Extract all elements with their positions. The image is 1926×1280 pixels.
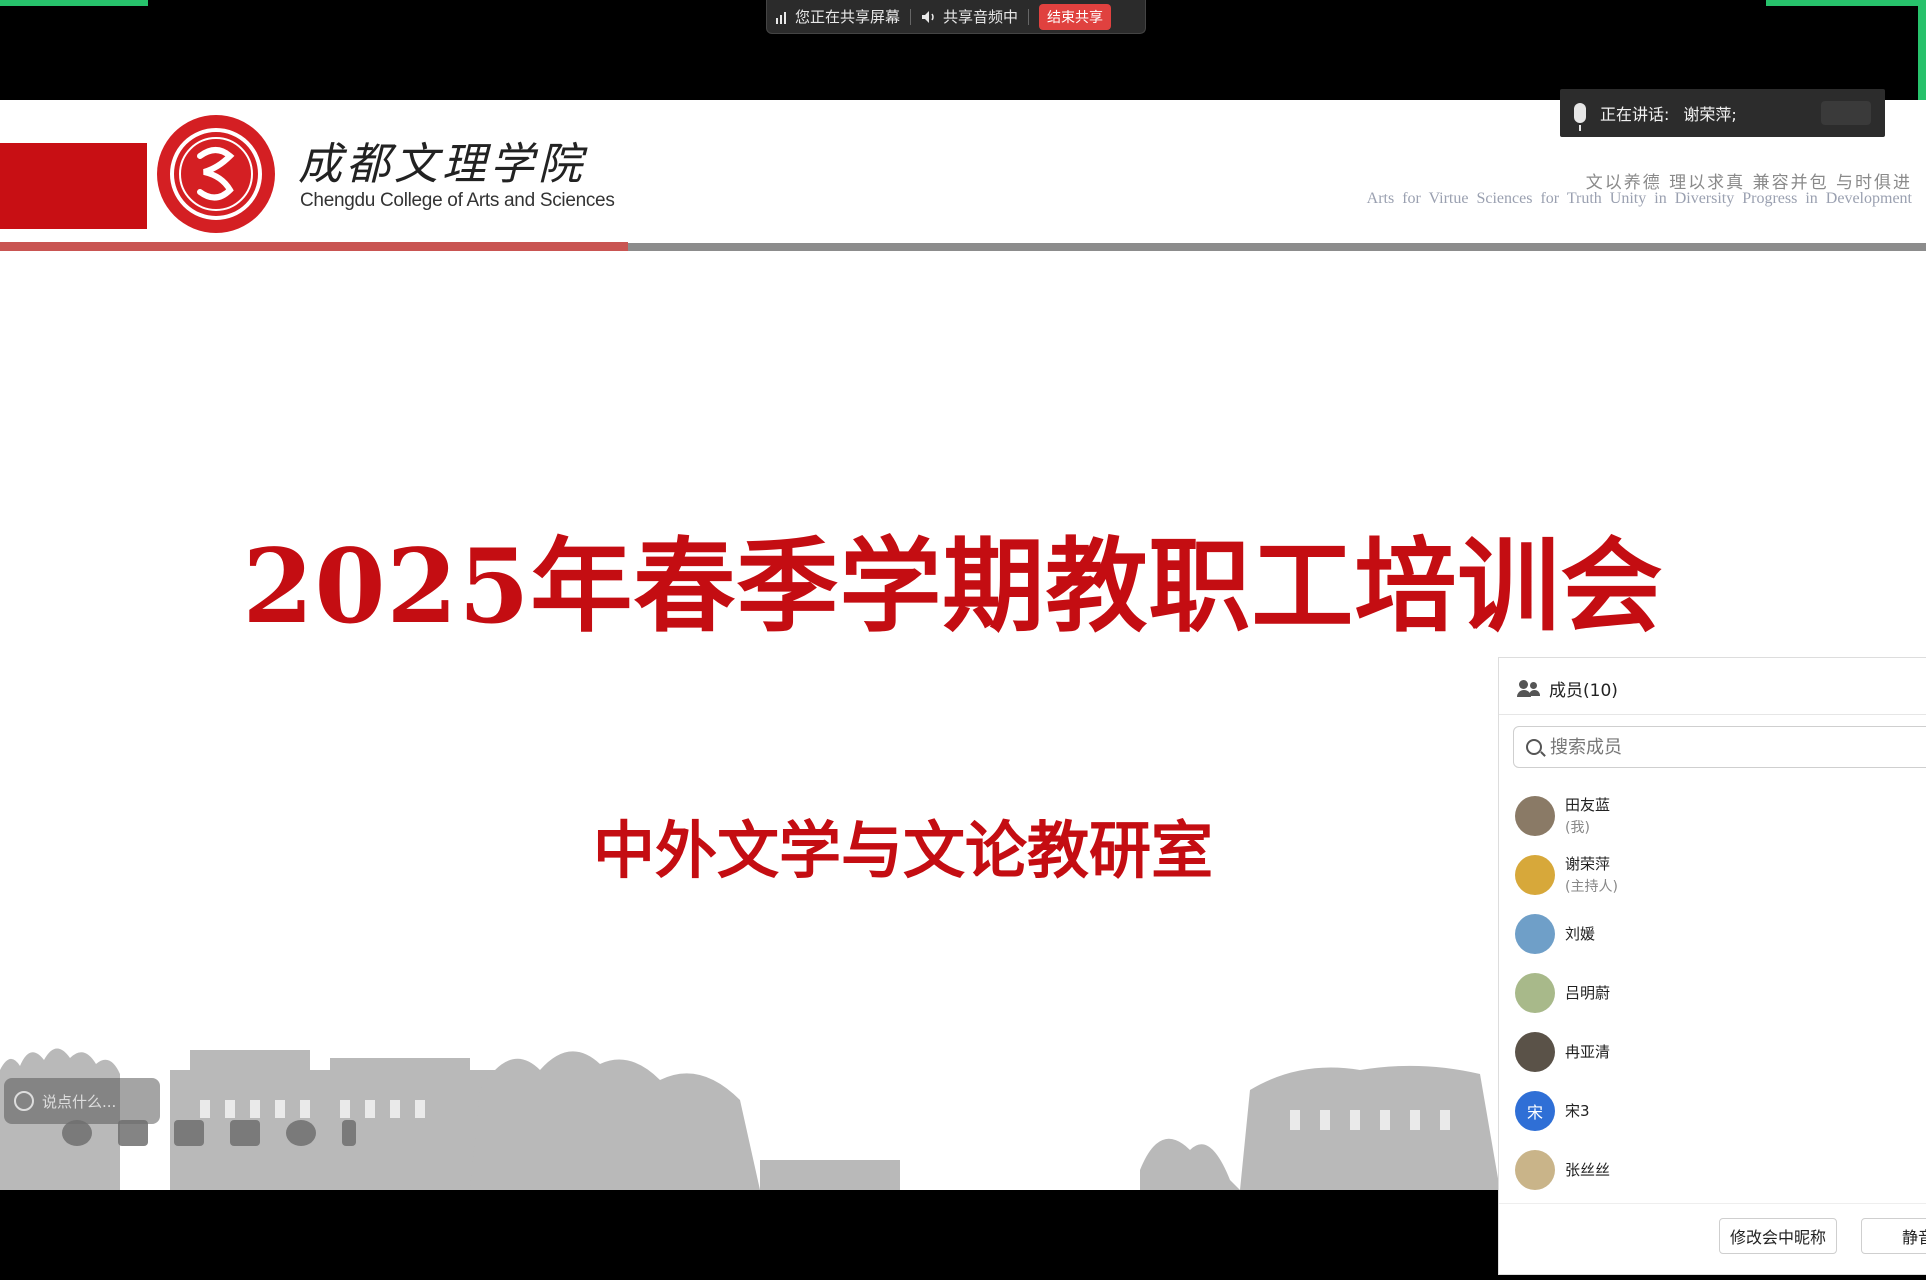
record-icon[interactable] — [62, 1120, 92, 1146]
member-name: 张丝丝 — [1565, 1161, 1611, 1179]
avatar — [1515, 1149, 1555, 1190]
school-name-en: Chengdu College of Arts and Sciences — [300, 190, 615, 211]
mute-button[interactable]: 静音 — [1861, 1218, 1926, 1254]
speaking-name: 谢荣萍; — [1683, 105, 1737, 124]
header-red-line — [0, 242, 628, 251]
member-name: 吕明蔚 — [1565, 984, 1611, 1002]
avatar — [1515, 972, 1555, 1013]
member-search-input[interactable] — [1550, 736, 1850, 758]
divider — [1499, 714, 1926, 715]
avatar — [1515, 913, 1555, 954]
emoji-icon[interactable] — [14, 1091, 34, 1111]
member-name: 田友蓝 — [1565, 796, 1611, 814]
speaking-indicator: 正在讲话: 谢荣萍; — [1560, 89, 1885, 137]
member-name: 冉亚清 — [1565, 1043, 1611, 1061]
more-icon[interactable] — [286, 1120, 316, 1146]
motto-en: Arts for Virtue Sciences for Truth Unity… — [1366, 190, 1912, 207]
list-item[interactable]: 刘媛 — [1515, 904, 1915, 963]
member-role: (我) — [1565, 820, 1590, 836]
pen-icon[interactable] — [118, 1120, 148, 1146]
avatar — [1515, 1031, 1555, 1072]
list-item[interactable]: 宋 宋3 — [1515, 1081, 1915, 1140]
sharing-status: 您正在共享屏幕 — [775, 6, 900, 27]
share-border-top-left — [0, 0, 148, 6]
avatar: 宋 — [1515, 1090, 1555, 1131]
screen-share-view: 您正在共享屏幕 共享音频中 结束共享 成都文理学院 Chengdu Colleg… — [0, 0, 1926, 1280]
collapse-icon[interactable] — [342, 1120, 356, 1146]
header-red-block — [0, 143, 147, 229]
audio-share-toggle[interactable]: 共享音频中 — [921, 6, 1018, 27]
member-search[interactable] — [1513, 726, 1926, 768]
speaking-label: 正在讲话: — [1600, 105, 1670, 124]
members-title: 成员(10) — [1549, 681, 1618, 701]
member-list: 田友蓝 (我) 谢荣萍 (主持人) 刘媛 吕明蔚 冉亚清 宋 宋3 张丝丝 — [1515, 786, 1915, 1199]
member-name: 谢荣萍 — [1565, 855, 1611, 873]
microphone-icon — [1574, 103, 1586, 131]
member-name: 宋3 — [1565, 1102, 1590, 1120]
school-name-cn: 成都文理学院 — [298, 139, 586, 190]
members-header: 成员(10) — [1517, 676, 1618, 701]
divider — [1499, 1203, 1926, 1204]
search-icon — [1526, 739, 1542, 755]
list-item[interactable]: 吕明蔚 — [1515, 963, 1915, 1022]
speaker-icon — [922, 10, 934, 23]
screen-share-bar: 您正在共享屏幕 共享音频中 结束共享 — [766, 0, 1146, 34]
header-gray-line — [628, 243, 1926, 251]
share-border-top-right — [1766, 0, 1926, 6]
end-share-button[interactable]: 结束共享 — [1039, 3, 1112, 30]
members-panel: 成员(10) 田友蓝 (我) 谢荣萍 (主持人) — [1498, 657, 1926, 1275]
list-item[interactable]: 谢荣萍 (主持人) — [1515, 845, 1915, 904]
divider — [1028, 8, 1030, 25]
screenshot-icon[interactable] — [174, 1120, 204, 1146]
school-logo — [157, 115, 275, 233]
list-item[interactable]: 张丝丝 — [1515, 1140, 1915, 1199]
rename-button[interactable]: 修改会中昵称 — [1719, 1218, 1837, 1254]
chat-placeholder: 说点什么... — [42, 1092, 117, 1111]
member-role: (主持人) — [1565, 879, 1618, 895]
camera-icon[interactable] — [230, 1120, 260, 1146]
sharing-label: 您正在共享屏幕 — [795, 8, 901, 26]
meeting-toolbar — [0, 1112, 380, 1154]
slide-title: 2025年春季学期教职工培训会 — [242, 527, 1664, 647]
divider — [910, 8, 912, 25]
audio-label: 共享音频中 — [943, 8, 1019, 26]
signal-icon — [776, 11, 786, 24]
member-name: 刘媛 — [1565, 925, 1596, 943]
list-item[interactable]: 田友蓝 (我) — [1515, 786, 1915, 845]
people-icon — [1517, 679, 1541, 698]
speaker-video-thumbnail — [1821, 101, 1871, 125]
avatar — [1515, 854, 1555, 895]
avatar — [1515, 795, 1555, 836]
list-item[interactable]: 冉亚清 — [1515, 1022, 1915, 1081]
